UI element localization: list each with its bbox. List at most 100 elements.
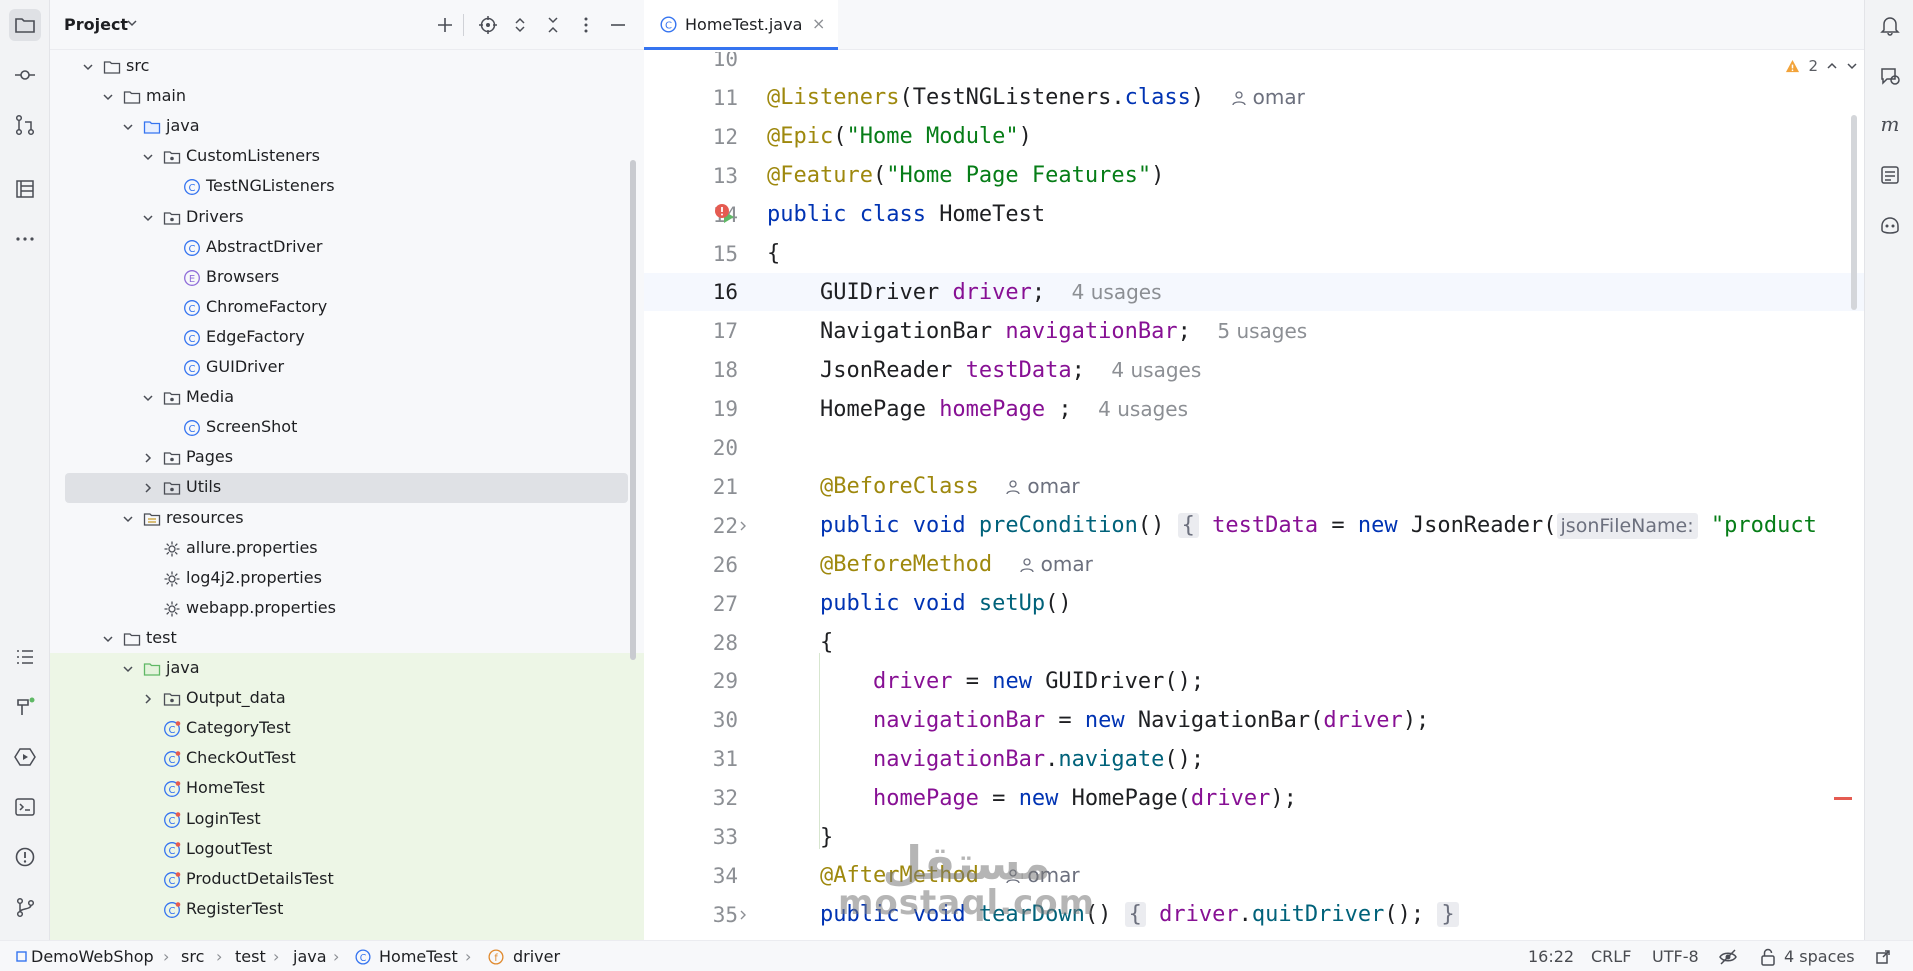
code-line[interactable]: 30 navigationBar = new NavigationBar(dri… xyxy=(644,701,1864,739)
tree-item[interactable]: log4j2.properties xyxy=(50,564,644,594)
tree-item[interactable]: C AbstractDriver xyxy=(50,233,644,263)
line-number[interactable]: 12 xyxy=(664,125,738,149)
breadcrumb-project[interactable]: DemoWebShop xyxy=(31,947,154,966)
expand-all-icon[interactable] xyxy=(509,14,531,36)
tree-item[interactable]: Output_data xyxy=(50,684,644,714)
breadcrumb-java[interactable]: java xyxy=(293,947,327,966)
line-number[interactable]: 27 xyxy=(664,592,738,616)
line-number[interactable]: 21 xyxy=(664,475,738,499)
chevron-down-icon[interactable] xyxy=(101,632,115,646)
tree-item[interactable]: C ScreenShot xyxy=(50,413,644,443)
code-token[interactable]: 4 usages xyxy=(1098,397,1188,421)
caret-position[interactable]: 16:22 xyxy=(1528,947,1574,966)
chevron-down-icon[interactable] xyxy=(141,391,155,405)
code-line[interactable]: 14public class HomeTest xyxy=(644,196,1864,234)
lock-icon[interactable] xyxy=(1760,948,1776,966)
tree-item[interactable]: Utils xyxy=(65,473,628,504)
git-icon[interactable] xyxy=(9,891,41,923)
locate-icon[interactable] xyxy=(477,14,499,36)
code-line[interactable]: 34 @AfterMethod omar xyxy=(644,857,1864,895)
tree-item[interactable]: C GUIDriver xyxy=(50,353,644,383)
line-number[interactable]: 31 xyxy=(664,747,738,771)
chevron-down-icon[interactable] xyxy=(141,150,155,164)
code-line[interactable]: 10 xyxy=(644,52,1864,78)
options-icon[interactable] xyxy=(575,14,597,36)
tab-hometest[interactable]: C HomeTest.java × xyxy=(644,0,838,50)
code-line[interactable]: 11 @Listeners(TestNGListeners.class) omar xyxy=(644,79,1864,117)
code-line[interactable]: 12 @Epic("Home Module") xyxy=(644,118,1864,156)
ai-chat-icon[interactable] xyxy=(1877,63,1903,89)
code-area[interactable]: 10 11 @Listeners(TestNGListeners.class) om… xyxy=(644,52,1864,940)
code-line[interactable]: 20 xyxy=(644,429,1864,467)
code-token[interactable]: } xyxy=(1437,902,1459,928)
database-icon[interactable] xyxy=(1877,162,1903,188)
chevron-right-icon[interactable] xyxy=(141,692,155,706)
tree-item[interactable]: main xyxy=(50,82,644,112)
code-line[interactable]: 18 JsonReader testData; 4 usages xyxy=(644,351,1864,389)
code-token[interactable]: 4 usages xyxy=(1111,358,1201,382)
tree-item[interactable]: C ProductDetailsTest xyxy=(50,865,644,895)
chevron-down-icon[interactable] xyxy=(81,60,95,74)
code-line[interactable]: 13 @Feature("Home Page Features") xyxy=(644,157,1864,195)
chevron-down-icon[interactable] xyxy=(121,512,135,526)
chevron-down-icon[interactable] xyxy=(101,90,115,104)
inspection-widget[interactable]: 2 xyxy=(1785,57,1858,75)
tree-item[interactable]: Drivers xyxy=(50,203,644,233)
line-number[interactable]: 30 xyxy=(664,708,738,732)
code-line[interactable]: 28 { xyxy=(644,624,1864,662)
breadcrumb-field[interactable]: driver xyxy=(513,947,560,966)
fold-expand-icon[interactable] xyxy=(736,908,750,922)
code-line[interactable]: 33 } xyxy=(644,818,1864,856)
line-number[interactable]: 20 xyxy=(664,436,738,460)
services-icon[interactable] xyxy=(9,741,41,773)
tree-item[interactable]: C TestNGListeners xyxy=(50,172,644,202)
fold-expand-icon[interactable] xyxy=(736,519,750,533)
line-number[interactable]: 34 xyxy=(664,864,738,888)
chevron-down-icon[interactable] xyxy=(126,17,138,29)
line-number[interactable]: 11 xyxy=(664,86,738,110)
code-line[interactable]: 22 public void preCondition() { testData… xyxy=(644,507,1864,545)
code-line[interactable]: 26 @BeforeMethod omar xyxy=(644,546,1864,584)
new-file-icon[interactable] xyxy=(434,14,456,36)
tree-item[interactable]: C LogoutTest xyxy=(50,835,644,865)
tree-item[interactable]: C CheckOutTest xyxy=(50,744,644,774)
breadcrumb-src[interactable]: src xyxy=(181,947,204,966)
line-number[interactable]: 10 xyxy=(664,52,738,71)
structure-icon[interactable] xyxy=(9,173,41,205)
line-number[interactable]: 35 xyxy=(664,903,738,927)
indent-setting[interactable]: 4 spaces xyxy=(1784,947,1855,966)
tree-item[interactable]: C LoginTest xyxy=(50,805,644,835)
tree-item[interactable]: webapp.properties xyxy=(50,594,644,624)
code-token[interactable]: { xyxy=(1177,513,1199,539)
breadcrumb-test[interactable]: test xyxy=(235,947,266,966)
line-number[interactable]: 16 xyxy=(664,280,738,304)
tree-item[interactable]: C HomeTest xyxy=(50,774,644,804)
problems-icon[interactable] xyxy=(9,841,41,873)
code-line[interactable]: 21 @BeforeClass omar xyxy=(644,468,1864,506)
next-highlight-icon[interactable] xyxy=(1846,60,1858,72)
chevron-right-icon[interactable] xyxy=(141,481,155,495)
tree-item[interactable]: resources xyxy=(50,504,644,534)
run-test-error-icon[interactable] xyxy=(714,203,738,227)
code-line[interactable]: 29 driver = new GUIDriver(); xyxy=(644,662,1864,700)
line-number[interactable]: 17 xyxy=(664,319,738,343)
terminal-icon[interactable] xyxy=(9,791,41,823)
file-encoding[interactable]: UTF-8 xyxy=(1652,947,1699,966)
code-line[interactable]: 31 navigationBar.navigate(); xyxy=(644,740,1864,778)
code-token[interactable]: omar xyxy=(1005,474,1080,498)
line-number[interactable]: 18 xyxy=(664,358,738,382)
tree-item[interactable]: CustomListeners xyxy=(50,142,644,172)
chevron-down-icon[interactable] xyxy=(121,662,135,676)
tree-item[interactable]: C ChromeFactory xyxy=(50,293,644,323)
code-line[interactable]: 17 NavigationBar navigationBar; 5 usages xyxy=(644,312,1864,350)
tree-item[interactable]: C CategoryTest xyxy=(50,714,644,744)
chevron-down-icon[interactable] xyxy=(121,120,135,134)
tree-item[interactable]: C RegisterTest xyxy=(50,895,644,925)
tree-item[interactable]: src xyxy=(50,52,644,82)
line-number[interactable]: 19 xyxy=(664,397,738,421)
line-number[interactable]: 29 xyxy=(664,669,738,693)
chevron-down-icon[interactable] xyxy=(141,211,155,225)
tree-item[interactable]: test xyxy=(50,624,644,654)
code-token[interactable]: omar xyxy=(1019,552,1093,576)
line-number[interactable]: 28 xyxy=(664,631,738,655)
